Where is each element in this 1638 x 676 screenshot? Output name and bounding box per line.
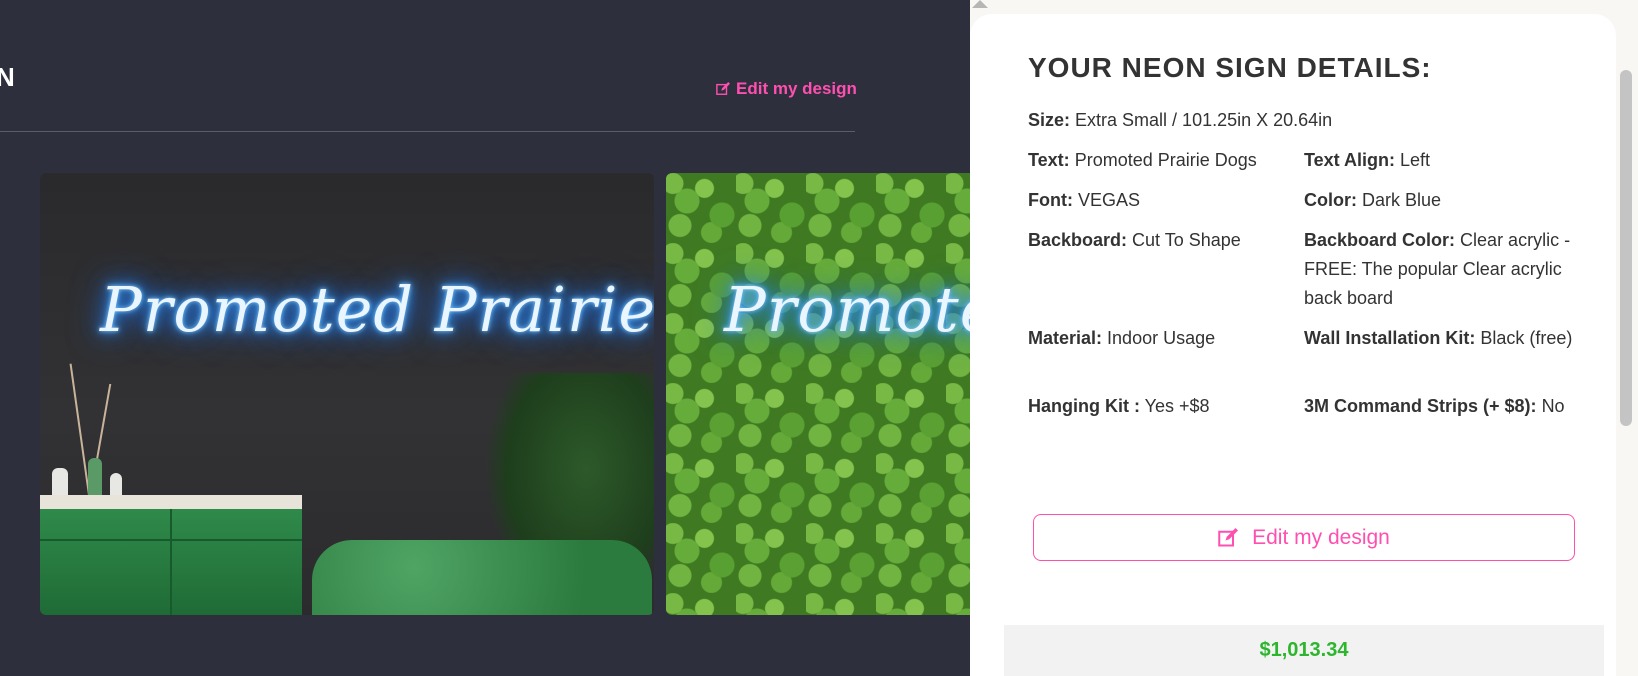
panel-title: YOUR NEON SIGN DETAILS: bbox=[1028, 52, 1432, 83]
sofa-decor bbox=[312, 540, 652, 615]
material-row: Material: Indoor Usage bbox=[1028, 328, 1216, 348]
details-panel: YOUR NEON SIGN DETAILS: Size: Extra Smal… bbox=[970, 0, 1638, 676]
color-row: Color: Dark Blue bbox=[1304, 190, 1442, 210]
text-align-row: Text Align: Left bbox=[1304, 150, 1431, 170]
edit-design-button-label: Edit my design bbox=[1252, 525, 1390, 549]
cabinet-decor bbox=[40, 495, 302, 615]
scrollbar-thumb[interactable] bbox=[1620, 70, 1632, 426]
page-left: N Edit my design Promoted Prairie Dogs P… bbox=[0, 0, 970, 676]
edit-design-button[interactable]: Edit my design bbox=[1033, 514, 1575, 561]
price-value: $1,013.34 bbox=[1259, 639, 1349, 661]
price-box: $1,013.34 bbox=[1004, 625, 1604, 676]
divider bbox=[0, 131, 855, 132]
hanging-kit-row: Hanging Kit : Yes +$8 bbox=[1028, 396, 1210, 416]
backboard-color-row: Backboard Color: Clear acrylic - FREE: T… bbox=[1304, 230, 1571, 308]
command-strips-row: 3M Command Strips (+ $8): No bbox=[1304, 396, 1565, 416]
edit-design-link[interactable]: Edit my design bbox=[716, 79, 857, 99]
hedge-background bbox=[666, 173, 970, 615]
edit-design-link-label: Edit my design bbox=[736, 79, 857, 98]
neon-sign-preview-2: Promoted Prairie Dogs bbox=[724, 273, 970, 346]
caret-icon bbox=[972, 0, 988, 8]
neon-sign-preview: Promoted Prairie Dogs bbox=[100, 273, 654, 346]
edit-icon bbox=[716, 82, 730, 95]
edit-icon bbox=[1218, 527, 1239, 546]
wall-kit-row: Wall Installation Kit: Black (free) bbox=[1304, 328, 1573, 348]
text-row: Text: Promoted Prairie Dogs bbox=[1028, 150, 1257, 170]
preview-image-room[interactable]: Promoted Prairie Dogs bbox=[40, 173, 654, 615]
preview-image-hedge[interactable]: Promoted Prairie Dogs bbox=[666, 173, 970, 615]
size-row: Size: Extra Small / 101.25in X 20.64in bbox=[1028, 110, 1333, 130]
backboard-row: Backboard: Cut To Shape bbox=[1028, 230, 1241, 250]
page-heading-fragment: N bbox=[0, 62, 15, 92]
font-row: Font: VEGAS bbox=[1028, 190, 1141, 210]
